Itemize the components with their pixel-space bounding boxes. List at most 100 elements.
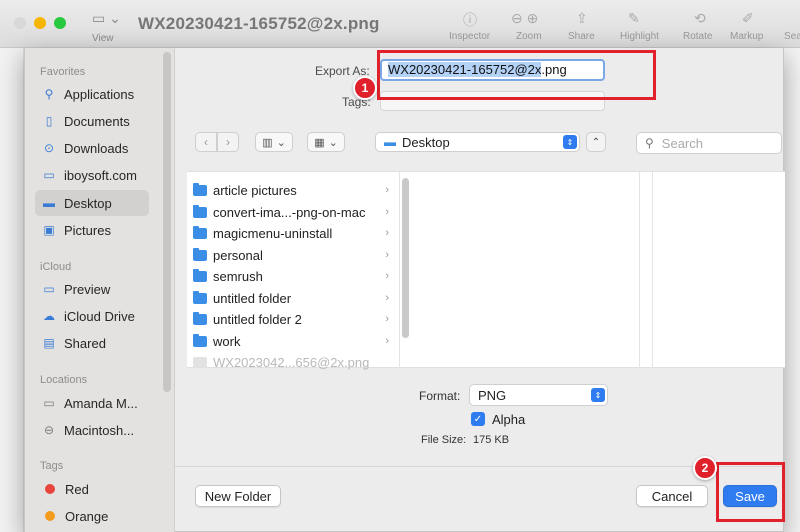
share-icon[interactable]: ⇪ <box>576 10 588 27</box>
highlight-icon[interactable]: ✎ <box>628 10 640 27</box>
toolbar-zoom[interactable]: Zoom <box>516 31 542 42</box>
folder-icon <box>193 204 207 218</box>
list-item[interactable]: article pictures › <box>193 180 389 200</box>
minimize-window-button[interactable] <box>34 17 46 29</box>
sidebar-section-favorites: Favorites <box>40 66 86 78</box>
sidebar-section-locations: Locations <box>40 374 88 386</box>
file-browser: article pictures › convert-ima...-png-on… <box>187 171 785 370</box>
rotate-icon[interactable]: ⟲ <box>694 10 706 27</box>
file-size-value: 175 KB <box>473 434 510 446</box>
toolbar-rotate[interactable]: Rotate <box>683 31 712 42</box>
sidebar-item-label: Macintosh... <box>64 422 135 438</box>
checkmark-icon: ✓ <box>473 413 483 425</box>
red-tag-icon <box>45 484 55 494</box>
location-select[interactable]: ▬ Desktop ⇕ <box>375 132 580 152</box>
preview-right-edge <box>784 48 800 532</box>
list-item[interactable]: untitled folder 2 › <box>193 309 389 329</box>
browser-column-desktop: article pictures › convert-ima...-png-on… <box>187 172 400 370</box>
chevron-right-icon: › <box>385 227 389 239</box>
folder-icon: ▭ <box>43 282 55 296</box>
zoom-window-button[interactable] <box>54 17 66 29</box>
sidebar-item-amanda[interactable]: ▭ Amanda M... <box>35 390 149 416</box>
file-name: convert-ima...-png-on-mac <box>213 204 366 220</box>
documents-icon: ▯ <box>45 114 53 128</box>
folder-icon <box>193 290 207 304</box>
sidebar-item-label: Downloads <box>64 140 129 156</box>
markup-icon[interactable]: ✐ <box>742 10 754 27</box>
file-name: magicmenu-uninstall <box>213 225 333 241</box>
sidebar-scrollbar[interactable] <box>163 52 171 392</box>
cancel-button[interactable]: Cancel <box>636 485 708 507</box>
location-value: Desktop <box>402 134 450 150</box>
sidebar-item-shared[interactable]: ▤ Shared <box>35 330 149 356</box>
sidebar-item-label: Shared <box>64 335 106 351</box>
list-item[interactable]: personal › <box>193 245 389 265</box>
chevron-left-icon: ‹ <box>204 135 208 149</box>
column-view-icon: ▥ <box>262 136 273 149</box>
file-name: untitled folder 2 <box>213 311 302 327</box>
sidebar-item-tag-orange[interactable]: Orange <box>35 503 149 529</box>
sidebar-item-macintosh[interactable]: ⊖ Macintosh... <box>35 417 149 443</box>
sidebar-item-label: iCloud Drive <box>64 308 135 324</box>
sidebar-item-downloads[interactable]: ⊙ Downloads <box>35 135 149 161</box>
applications-icon: ⚲ <box>44 87 54 101</box>
alpha-checkbox[interactable]: ✓ <box>471 412 485 426</box>
preview-titlebar: ▭ ⌄ View WX20230421-165752@2x.png ⓘ Insp… <box>0 0 800 48</box>
view-label: View <box>92 33 114 44</box>
chevron-right-icon: › <box>226 135 230 149</box>
sidebar-item-desktop[interactable]: ▬ Desktop <box>35 190 149 216</box>
annotation-box-1 <box>377 50 656 100</box>
sidebar-item-documents[interactable]: ▯ Documents <box>35 108 149 134</box>
chevron-right-icon: › <box>385 206 389 218</box>
forward-button[interactable]: › <box>217 132 239 152</box>
chevron-right-icon: › <box>385 184 389 196</box>
sidebar-item-tag-red[interactable]: Red <box>35 476 149 502</box>
sidebar-view-icon[interactable]: ▭ ⌄ <box>92 10 122 28</box>
chevron-right-icon: › <box>385 335 389 347</box>
window-title: WX20230421-165752@2x.png <box>138 14 380 33</box>
sidebar-item-preview[interactable]: ▭ Preview <box>35 276 149 302</box>
toolbar-search[interactable]: Sear <box>784 31 800 42</box>
sidebar-item-label: Applications <box>64 86 135 102</box>
zoom-out-icon[interactable]: ⊖ ⊕ <box>511 10 538 27</box>
back-button[interactable]: ‹ <box>195 132 217 152</box>
toolbar-highlight[interactable]: Highlight <box>620 31 659 42</box>
shared-icon: ▤ <box>43 336 55 350</box>
toolbar-share[interactable]: Share <box>568 31 595 42</box>
folder-icon <box>193 247 207 261</box>
list-item[interactable]: magicmenu-uninstall › <box>193 223 389 243</box>
collapse-button[interactable]: ⌃ <box>586 132 606 152</box>
image-file-icon <box>193 356 207 368</box>
folder-icon <box>193 268 207 282</box>
list-item[interactable]: semrush › <box>193 266 389 286</box>
list-item[interactable]: convert-ima...-png-on-mac › <box>193 202 389 222</box>
downloads-icon: ⊙ <box>43 141 55 155</box>
format-select[interactable]: PNG ⇕ <box>469 384 608 406</box>
dialog-main: Export As: WX20230421-165752@2x.png Tags… <box>175 48 785 532</box>
alpha-label: Alpha <box>492 412 526 427</box>
file-name: untitled folder <box>213 290 292 306</box>
save-dialog: Favorites ⚲ Applications ▯ Documents ⊙ D… <box>24 48 785 532</box>
chevron-right-icon: › <box>385 249 389 261</box>
sidebar-item-iboysoft[interactable]: ▭ iboysoft.com <box>35 162 149 188</box>
new-folder-button[interactable]: New Folder <box>195 485 281 507</box>
sidebar-item-pictures[interactable]: ▣ Pictures <box>35 217 149 243</box>
column-scrollbar[interactable] <box>402 178 409 338</box>
toolbar-markup[interactable]: Markup <box>730 31 763 42</box>
sidebar-section-icloud: iCloud <box>40 261 72 273</box>
grid-view-icon: ▦ <box>314 136 325 149</box>
list-item[interactable]: untitled folder › <box>193 288 389 308</box>
sidebar-item-label: iboysoft.com <box>64 167 137 183</box>
search-input[interactable]: ⚲ Search <box>636 132 782 154</box>
sidebar-item-applications[interactable]: ⚲ Applications <box>35 81 149 107</box>
sidebar-item-icloud-drive[interactable]: ☁ iCloud Drive <box>35 303 149 329</box>
view-mode-button[interactable]: ▥ ⌄ <box>255 132 293 152</box>
sidebar-item-label: Documents <box>64 113 130 129</box>
close-window-button[interactable] <box>14 17 26 29</box>
sidebar-item-label: Preview <box>64 281 111 297</box>
info-icon[interactable]: ⓘ <box>463 10 477 30</box>
toolbar-inspector[interactable]: Inspector <box>449 31 490 42</box>
list-item[interactable]: work › <box>193 331 389 351</box>
group-button[interactable]: ▦ ⌄ <box>307 132 345 152</box>
dialog-sidebar: Favorites ⚲ Applications ▯ Documents ⊙ D… <box>25 48 175 532</box>
